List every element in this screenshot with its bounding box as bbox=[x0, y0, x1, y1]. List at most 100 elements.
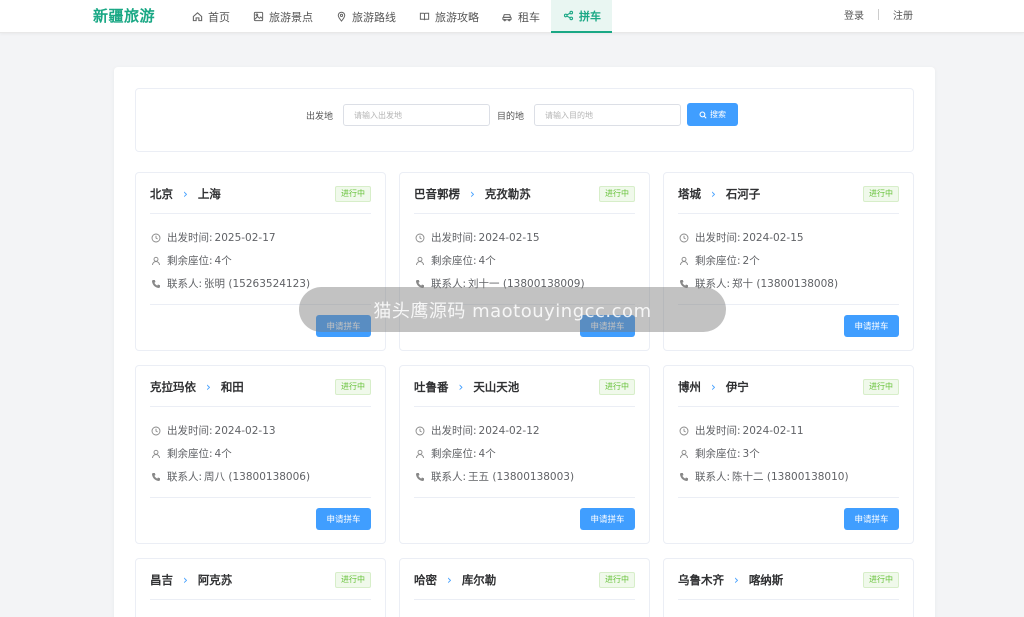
depart-time-label: 出发时间: bbox=[695, 425, 741, 437]
card-divider bbox=[678, 497, 899, 498]
card-header: 北京 › 上海 进行中 bbox=[150, 186, 371, 214]
route: 哈密 › 库尔勒 bbox=[414, 572, 496, 588]
to-input[interactable] bbox=[534, 104, 681, 126]
card-header: 塔城 › 石河子 进行中 bbox=[678, 186, 899, 214]
contact-value: 王五 (13800138003) bbox=[468, 471, 575, 483]
carpool-card: 巴音郭楞 › 克孜勒苏 进行中 出发时间: 2024-02-15 剩余座位: 4… bbox=[399, 172, 650, 351]
site-logo[interactable]: 新疆旅游 bbox=[93, 5, 155, 26]
route: 克拉玛依 › 和田 bbox=[150, 379, 244, 395]
carpool-card: 塔城 › 石河子 进行中 出发时间: 2024-02-15 剩余座位: 2个 联… bbox=[663, 172, 914, 351]
origin: 哈密 bbox=[414, 573, 437, 587]
search-button[interactable]: 搜索 bbox=[687, 103, 738, 126]
clock-icon bbox=[150, 425, 162, 437]
chevron-right-icon: › bbox=[183, 573, 188, 587]
apply-carpool-button[interactable]: 申请拼车 bbox=[316, 508, 371, 530]
phone-icon bbox=[678, 471, 690, 483]
apply-carpool-button[interactable]: 申请拼车 bbox=[580, 315, 635, 337]
contact-value: 郑十 (13800138008) bbox=[732, 278, 839, 290]
card-divider bbox=[150, 497, 371, 498]
top-navbar: 新疆旅游 首页 旅游景点 旅游路线 旅游攻略 租车 拼车 登录 注册 bbox=[0, 0, 1024, 33]
depart-time-value: 2024-02-12 bbox=[478, 424, 540, 437]
nav-label: 旅游攻略 bbox=[435, 10, 479, 24]
nav-label: 旅游景点 bbox=[269, 10, 313, 24]
nav-item-routes[interactable]: 旅游路线 bbox=[324, 0, 407, 33]
depart-time-row: 出发时间: 2024-02-15 bbox=[678, 230, 804, 245]
seats-label: 剩余座位: bbox=[167, 448, 213, 460]
nav-item-attractions[interactable]: 旅游景点 bbox=[241, 0, 324, 33]
register-link[interactable]: 注册 bbox=[893, 7, 913, 22]
phone-icon bbox=[678, 278, 690, 290]
apply-carpool-button[interactable]: 申请拼车 bbox=[844, 508, 899, 530]
chevron-right-icon: › bbox=[711, 380, 716, 394]
home-icon bbox=[191, 11, 203, 23]
seats-value: 4个 bbox=[214, 255, 232, 267]
search-button-label: 搜索 bbox=[710, 110, 726, 119]
seats-label: 剩余座位: bbox=[167, 255, 213, 267]
card-header: 克拉玛依 › 和田 进行中 bbox=[150, 379, 371, 407]
contact-label: 联系人: bbox=[167, 471, 203, 483]
route: 塔城 › 石河子 bbox=[678, 186, 760, 202]
phone-icon bbox=[150, 278, 162, 290]
car-icon bbox=[501, 11, 513, 23]
depart-time-value: 2024-02-11 bbox=[742, 424, 804, 437]
card-header: 哈密 › 库尔勒 进行中 bbox=[414, 572, 635, 600]
contact-row: 联系人: 张明 (15263524123) bbox=[150, 276, 310, 291]
chevron-right-icon: › bbox=[206, 380, 211, 394]
depart-time-row: 出发时间: 2024-02-15 bbox=[414, 230, 540, 245]
book-icon bbox=[418, 11, 430, 23]
route: 吐鲁番 › 天山天池 bbox=[414, 379, 519, 395]
nav-item-car-rental[interactable]: 租车 bbox=[490, 0, 551, 33]
seats-value: 4个 bbox=[214, 448, 232, 460]
seats-row: 剩余座位: 2个 bbox=[678, 253, 760, 268]
depart-time-value: 2024-02-13 bbox=[214, 424, 276, 437]
origin: 克拉玛依 bbox=[150, 380, 196, 394]
destination: 石河子 bbox=[725, 187, 761, 201]
depart-time-label: 出发时间: bbox=[167, 232, 213, 244]
image-icon bbox=[252, 11, 264, 23]
card-divider bbox=[150, 304, 371, 305]
from-label: 出发地 bbox=[306, 112, 334, 122]
chevron-right-icon: › bbox=[447, 573, 452, 587]
depart-time-label: 出发时间: bbox=[431, 425, 477, 437]
location-pin-icon bbox=[335, 11, 347, 23]
apply-carpool-button[interactable]: 申请拼车 bbox=[580, 508, 635, 530]
route: 博州 › 伊宁 bbox=[678, 379, 749, 395]
nav-item-carpool[interactable]: 拼车 bbox=[551, 0, 612, 33]
seats-label: 剩余座位: bbox=[431, 448, 477, 460]
phone-icon bbox=[414, 471, 426, 483]
apply-carpool-button[interactable]: 申请拼车 bbox=[316, 315, 371, 337]
nav-item-guides[interactable]: 旅游攻略 bbox=[407, 0, 490, 33]
contact-row: 联系人: 周八 (13800138006) bbox=[150, 469, 310, 484]
clock-icon bbox=[414, 425, 426, 437]
status-badge: 进行中 bbox=[863, 572, 899, 588]
to-label: 目的地 bbox=[497, 112, 525, 122]
contact-label: 联系人: bbox=[431, 278, 467, 290]
seats-row: 剩余座位: 3个 bbox=[678, 446, 760, 461]
route: 昌吉 › 阿克苏 bbox=[150, 572, 232, 588]
depart-time-label: 出发时间: bbox=[431, 232, 477, 244]
phone-icon bbox=[414, 278, 426, 290]
depart-time-row: 出发时间: 2024-02-12 bbox=[414, 423, 540, 438]
search-form: 出发地 目的地 搜索 bbox=[135, 88, 914, 152]
carpool-card: 昌吉 › 阿克苏 进行中 bbox=[135, 558, 386, 617]
contact-label: 联系人: bbox=[695, 471, 731, 483]
card-header: 昌吉 › 阿克苏 进行中 bbox=[150, 572, 371, 600]
contact-row: 联系人: 陈十二 (13800138010) bbox=[678, 469, 849, 484]
carpool-card: 博州 › 伊宁 进行中 出发时间: 2024-02-11 剩余座位: 3个 联系… bbox=[663, 365, 914, 544]
origin: 北京 bbox=[150, 187, 173, 201]
apply-carpool-button[interactable]: 申请拼车 bbox=[844, 315, 899, 337]
card-header: 巴音郭楞 › 克孜勒苏 进行中 bbox=[414, 186, 635, 214]
search-icon bbox=[699, 111, 707, 119]
chevron-right-icon: › bbox=[183, 187, 188, 201]
from-input[interactable] bbox=[343, 104, 490, 126]
destination: 库尔勒 bbox=[461, 573, 497, 587]
nav-label: 旅游路线 bbox=[352, 10, 396, 24]
user-icon bbox=[150, 255, 162, 267]
contact-value: 周八 (13800138006) bbox=[204, 471, 311, 483]
seats-label: 剩余座位: bbox=[431, 255, 477, 267]
nav-item-home[interactable]: 首页 bbox=[180, 0, 241, 33]
login-link[interactable]: 登录 bbox=[844, 7, 864, 22]
seats-value: 2个 bbox=[742, 255, 760, 267]
seats-value: 4个 bbox=[478, 255, 496, 267]
chevron-right-icon: › bbox=[711, 187, 716, 201]
